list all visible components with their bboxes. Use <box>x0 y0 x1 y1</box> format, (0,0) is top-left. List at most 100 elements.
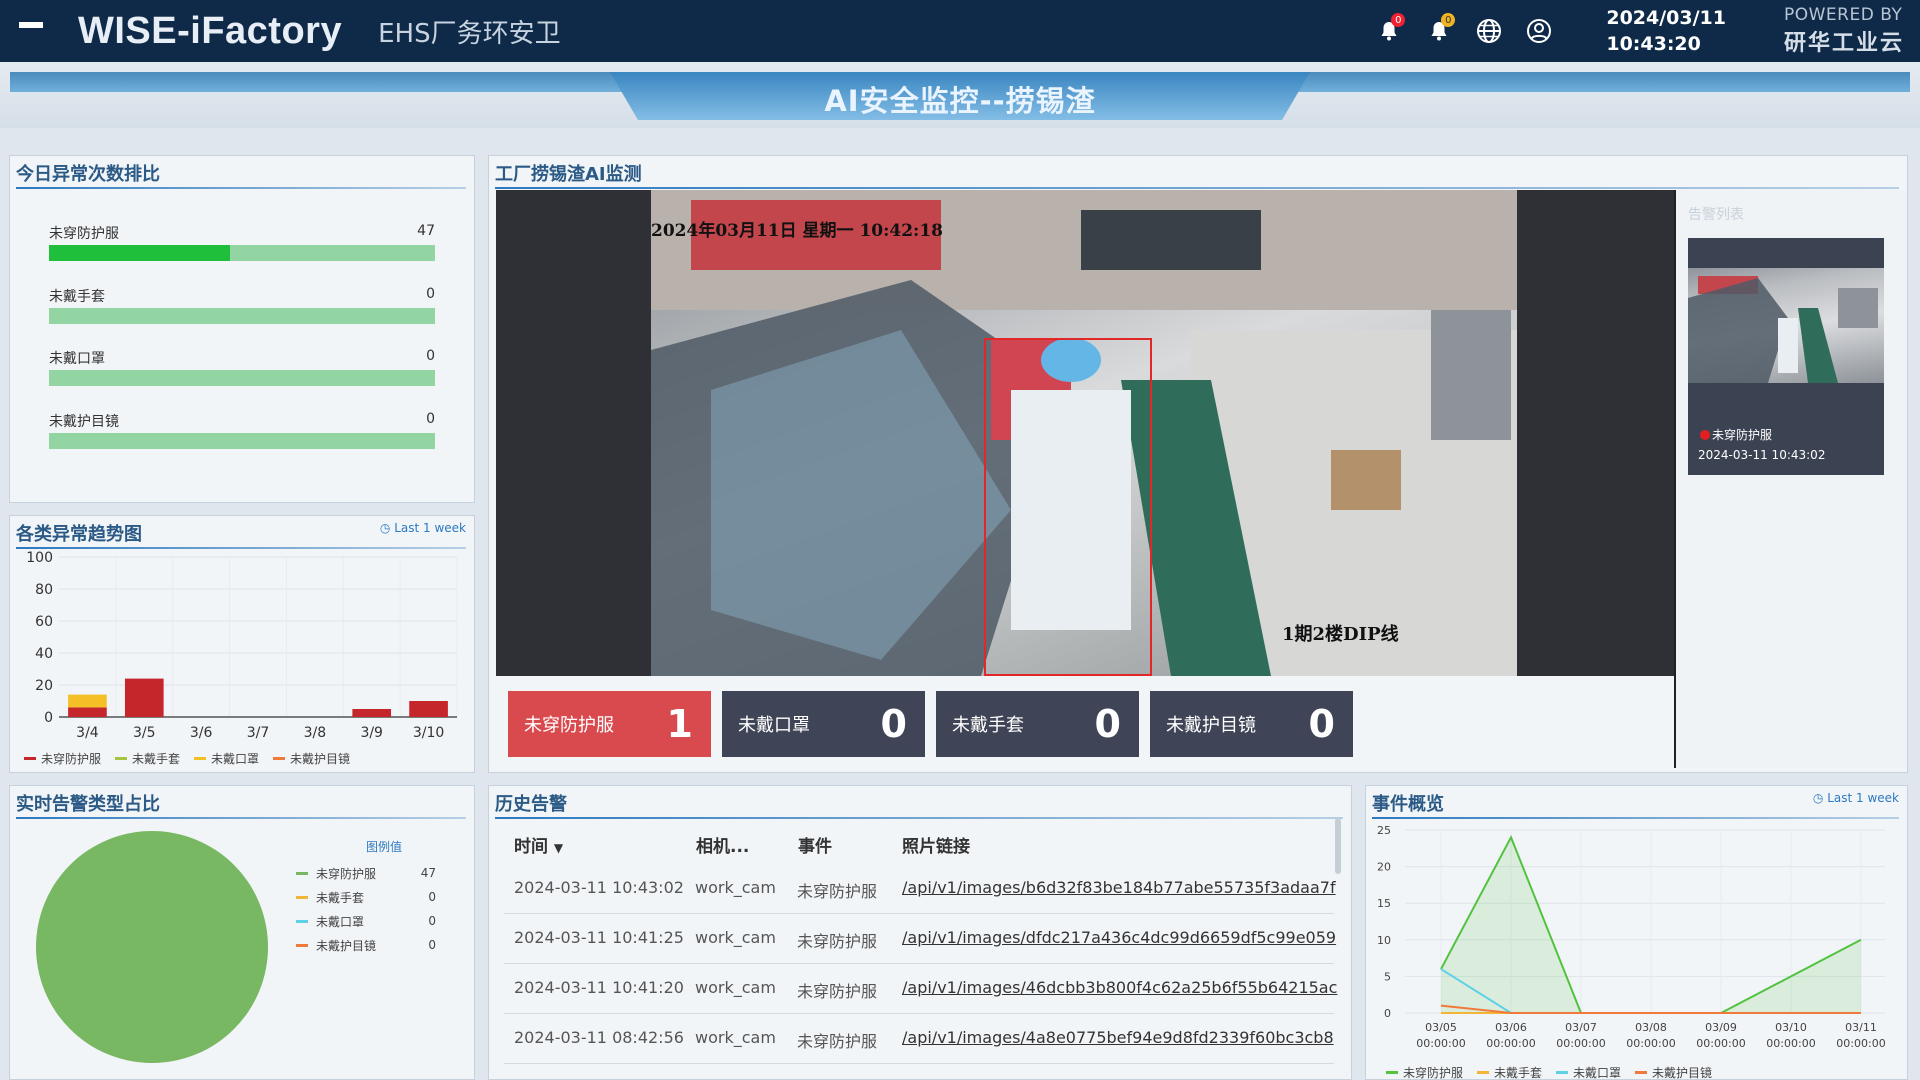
ranking-value: 0 <box>426 411 435 427</box>
table-scrollbar[interactable] <box>1335 818 1341 874</box>
alert-card[interactable]: 未穿防护服 2024-03-11 10:43:02 <box>1688 238 1884 475</box>
table-row[interactable]: 2024-03-11 10:41:25 work_cam 未穿防护服/api/v1/… <box>504 914 1336 964</box>
alert-scene <box>1688 238 1884 383</box>
language-button[interactable] <box>1471 13 1507 49</box>
user-button[interactable] <box>1521 13 1557 49</box>
pie-slice[interactable] <box>36 831 268 1063</box>
x-tick-label: 03/09 <box>1705 1021 1737 1034</box>
pie-title: 实时告警类型占比 <box>16 794 160 815</box>
legend-label: 未穿防护服 <box>316 866 377 881</box>
bar-segment[interactable] <box>409 701 448 717</box>
pie-legend-item[interactable]: 未戴手套 0 <box>296 885 436 909</box>
bar-segment[interactable] <box>124 678 164 717</box>
alert-time: 2024-03-11 10:43:02 <box>1698 448 1826 462</box>
pie-legend-item[interactable]: 未戴口罩 0 <box>296 909 436 933</box>
x-tick-label: 3/7 <box>247 725 270 741</box>
chart-legend-item[interactable]: 未戴护目镜 <box>1635 1064 1712 1080</box>
bar-segment[interactable] <box>352 709 392 717</box>
camera-location: 1期2楼DIP线 <box>1282 624 1399 645</box>
table-row[interactable]: 2024-03-11 10:43:02 work_cam 未穿防护服/api/v1/… <box>504 864 1336 914</box>
legend-label: 未戴护目镜 <box>1652 1066 1713 1080</box>
current-time: 10:43:20 <box>1606 33 1701 55</box>
legend-label: 未戴护目镜 <box>290 752 351 766</box>
table-row[interactable]: 2024-03-11 10:41:20 work_cam 未穿防护服/api/v1/… <box>504 964 1337 1014</box>
row-camera: work_cam <box>695 878 776 897</box>
panel-divider <box>16 817 466 819</box>
x-tick-label: 3/8 <box>304 725 327 741</box>
bar-segment[interactable] <box>68 694 107 708</box>
x-tick-label: 03/08 <box>1635 1021 1667 1034</box>
alert-thumbnail <box>1688 238 1884 383</box>
trend-title: 各类异常趋势图 <box>16 524 142 545</box>
x-tick-label: 3/9 <box>360 725 383 741</box>
y-tick-label: 80 <box>35 582 53 598</box>
stat-card[interactable]: 未戴口罩 0 <box>722 691 925 757</box>
stat-card[interactable]: 未戴手套 0 <box>936 691 1139 757</box>
chart-legend-item[interactable]: 未戴手套 <box>1477 1064 1542 1080</box>
ranking-row: 未穿防护服 47 <box>49 223 435 263</box>
panel-divider <box>495 187 1899 189</box>
row-time: 2024-03-11 08:42:56 <box>514 1028 684 1047</box>
chart-legend-item[interactable]: 未戴口罩 <box>1556 1064 1621 1080</box>
x-tick-sublabel: 00:00:00 <box>1836 1037 1885 1050</box>
alert-dot-icon <box>1700 429 1710 440</box>
trend-range-label: Last 1 week <box>394 521 466 535</box>
row-photo-link[interactable]: /api/v1/images/dfdc217a436c4dc99d6659df5… <box>902 928 1336 947</box>
stat-card-label: 未戴口罩 <box>738 715 810 736</box>
legend-label: 未戴口罩 <box>1573 1066 1622 1080</box>
table-row[interactable]: 2024-03-11 08:42:56 work_cam 未穿防护服/api/v1/… <box>504 1014 1334 1064</box>
chart-legend-item[interactable]: 未戴手套 <box>115 750 180 767</box>
trend-range[interactable]: ◷ Last 1 week <box>380 521 466 535</box>
legend-label: 未戴手套 <box>132 752 181 766</box>
chart-legend-item[interactable]: 未穿防护服 <box>24 750 101 767</box>
column-header-camera[interactable]: 相机... <box>696 832 749 857</box>
y-tick-label: 25 <box>1377 824 1391 837</box>
legend-swatch <box>115 757 128 760</box>
alert-notification-button[interactable]: 0 <box>1421 13 1457 49</box>
panel-divider <box>495 817 1343 819</box>
row-photo-link[interactable]: /api/v1/images/4a8e0775bef94e9d8fd2339f6… <box>902 1028 1334 1047</box>
bar-segment[interactable] <box>68 707 107 717</box>
y-tick-label: 20 <box>35 678 53 694</box>
ranking-label: 未戴口罩 <box>49 351 105 367</box>
x-tick-sublabel: 00:00:00 <box>1766 1037 1815 1050</box>
menu-button[interactable] <box>0 0 62 62</box>
column-header-event[interactable]: 事件 <box>798 832 832 857</box>
trend-legend: 未穿防护服 未戴手套 未戴口罩 未戴护目镜 <box>24 750 364 767</box>
y-tick-label: 60 <box>35 614 53 630</box>
row-photo-link[interactable]: /api/v1/images/b6d32f83be184b77abe55735f… <box>902 878 1336 897</box>
row-photo-link[interactable]: /api/v1/images/46dcbb3b800f4c62a25b6f55b… <box>902 978 1337 997</box>
ranking-row: 未戴护目镜 0 <box>49 411 435 451</box>
legend-swatch <box>1386 1071 1398 1074</box>
ranking-bar <box>49 245 435 261</box>
y-tick-label: 5 <box>1384 970 1391 983</box>
overview-range[interactable]: ◷ Last 1 week <box>1813 791 1899 805</box>
pie-legend-item[interactable]: 未穿防护服 47 <box>296 861 436 885</box>
x-tick-label: 3/6 <box>190 725 213 741</box>
chart-legend-item[interactable]: 未戴护目镜 <box>273 750 350 767</box>
row-event: 未穿防护服 <box>797 932 878 951</box>
row-time: 2024-03-11 10:41:25 <box>514 928 684 947</box>
x-tick-label: 3/4 <box>76 725 99 741</box>
alert-count: 0 <box>1441 13 1456 27</box>
chart-legend-item[interactable]: 未戴口罩 <box>194 750 259 767</box>
chart-legend-item[interactable]: 未穿防护服 <box>1386 1064 1463 1080</box>
legend-swatch <box>296 895 308 899</box>
stat-card[interactable]: 未穿防护服 1 <box>508 691 711 757</box>
notification-button[interactable]: 0 <box>1371 13 1407 49</box>
legend-label: 未穿防护服 <box>1403 1066 1464 1080</box>
pie-legend-item[interactable]: 未戴护目镜 0 <box>296 933 436 957</box>
column-header-time[interactable]: 时间 ▼ <box>514 832 563 857</box>
notification-count: 0 <box>1391 13 1406 27</box>
ranking-row: 未戴手套 0 <box>49 286 435 326</box>
x-tick-label: 03/11 <box>1845 1021 1877 1034</box>
camera-feed[interactable]: 2024年03月11日 星期一 10:42:18 1期2楼DIP线 <box>651 190 1517 676</box>
stat-card[interactable]: 未戴护目镜 0 <box>1150 691 1353 757</box>
stat-card-label: 未戴手套 <box>952 715 1024 736</box>
legend-label: 未戴手套 <box>1494 1066 1543 1080</box>
column-header-photo[interactable]: 照片链接 <box>902 832 970 857</box>
legend-swatch <box>194 757 207 760</box>
legend-label: 未戴手套 <box>316 890 365 905</box>
stat-card-value: 0 <box>1094 702 1121 746</box>
pie-legend-rows: 未穿防护服 47 未戴手套 0 未戴口罩 0 未戴护目镜 0 <box>296 861 436 957</box>
